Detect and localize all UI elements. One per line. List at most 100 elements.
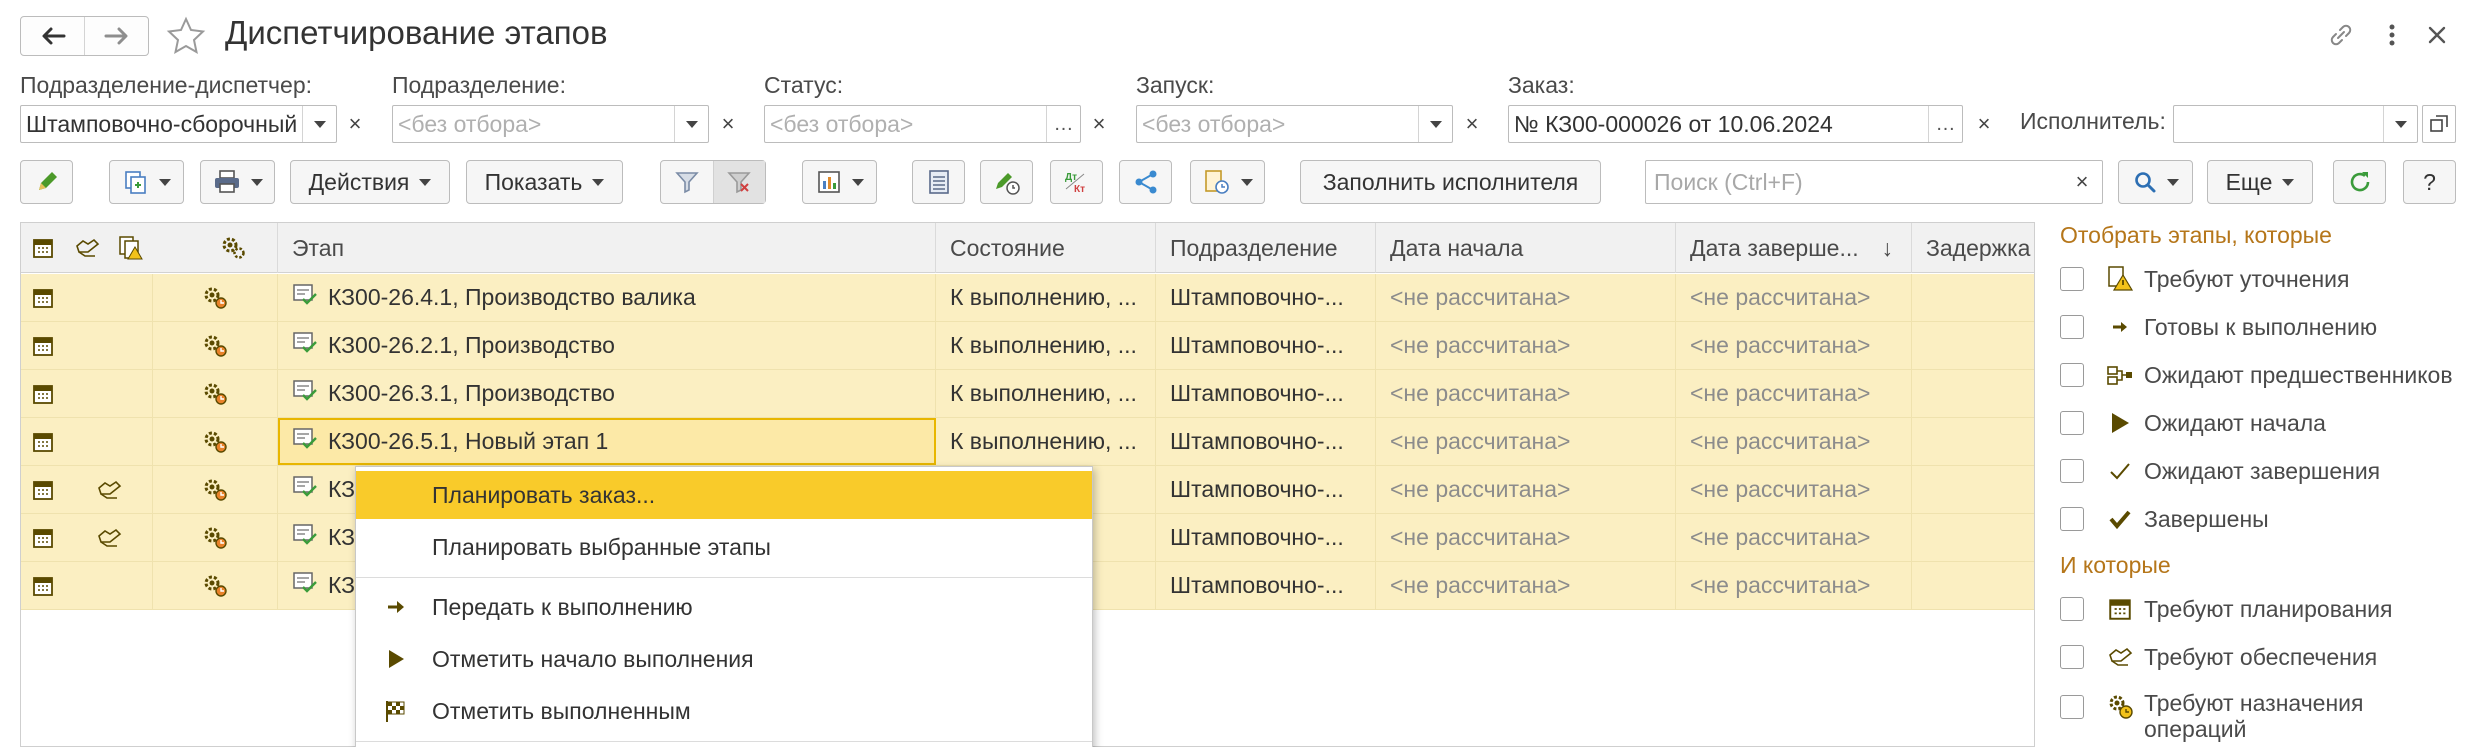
- col-operations-icon-header[interactable]: [211, 223, 255, 273]
- start-date-cell: <не рассчитана>: [1376, 418, 1676, 465]
- stage-cell[interactable]: КЗ00-26.3.1, Производство: [278, 370, 936, 417]
- chevron-down-icon: [1429, 120, 1442, 128]
- more-vertical-icon[interactable]: [2382, 20, 2402, 50]
- table-row[interactable]: КЗ00-26.5.1, Новый этап 1 К выполнению, .…: [21, 418, 2034, 466]
- order-select-button[interactable]: …: [1928, 106, 1962, 142]
- status-select-button[interactable]: …: [1046, 106, 1080, 142]
- back-button[interactable]: [21, 17, 84, 55]
- search-input[interactable]: [1646, 161, 2062, 203]
- menu-item-mark-start[interactable]: Отметить начало выполнения: [356, 635, 1092, 683]
- checkbox[interactable]: [2060, 695, 2084, 719]
- help-button[interactable]: ?: [2403, 160, 2456, 204]
- actions-button[interactable]: Действия: [290, 160, 450, 204]
- col-clarify-icon-header[interactable]: [109, 223, 153, 273]
- checkbox[interactable]: [2060, 459, 2084, 483]
- menu-item-label: Планировать выбранные этапы: [432, 534, 771, 560]
- stage-cell[interactable]: КЗ00-26.5.1, Новый этап 1: [278, 418, 936, 465]
- search-options-button[interactable]: [2118, 160, 2193, 204]
- status-label: Статус:: [764, 72, 844, 98]
- menu-item-plan-selected[interactable]: Планировать выбранные этапы: [356, 523, 1092, 571]
- print-button[interactable]: [200, 160, 275, 204]
- link-icon[interactable]: [2326, 20, 2356, 50]
- clear-filter-button[interactable]: [713, 161, 765, 203]
- department-dropdown-button[interactable]: [674, 106, 708, 142]
- debit-credit-button[interactable]: Дт Кт: [1050, 160, 1103, 204]
- filter-await-predecessors[interactable]: Ожидают предшественников: [2060, 358, 2453, 392]
- dispatcher-dropdown-button[interactable]: [302, 106, 336, 142]
- menu-item-plan-order[interactable]: Планировать заказ...: [356, 471, 1092, 519]
- filter-ready[interactable]: Готовы к выполнению: [2060, 310, 2377, 344]
- schedule-button[interactable]: [1190, 160, 1265, 204]
- performer-open-button[interactable]: [2422, 105, 2456, 143]
- star-favorite-icon[interactable]: [166, 16, 206, 56]
- gears-clock-icon: [153, 418, 278, 465]
- order-field[interactable]: № КЗ00-000026 от 10.06.2024 …: [1508, 105, 1963, 143]
- gears-clock-icon: [153, 514, 278, 561]
- menu-item-pass-to-execution[interactable]: Передать к выполнению: [356, 583, 1092, 631]
- search-clear-button[interactable]: ×: [2062, 169, 2102, 195]
- create-based-on-button[interactable]: [109, 160, 184, 204]
- filter-await-completion[interactable]: Ожидают завершения: [2060, 454, 2380, 488]
- edit-button[interactable]: [20, 160, 73, 204]
- filter-button[interactable]: [661, 161, 714, 203]
- table-row[interactable]: КЗ00-26.3.1, Производство К выполнению, .…: [21, 370, 2034, 418]
- filter-need-operations[interactable]: Требуют назначения операций: [2060, 690, 2363, 742]
- filter-completed[interactable]: Завершены: [2060, 502, 2269, 536]
- department-field[interactable]: <без отбора>: [392, 105, 709, 143]
- menu-item-mark-done[interactable]: Отметить выполненным: [356, 687, 1092, 735]
- table-row[interactable]: КЗ00-26.2.1, Производство К выполнению, .…: [21, 322, 2034, 370]
- forward-button[interactable]: [84, 17, 148, 55]
- calendar-icon: [21, 370, 65, 417]
- stage-cell[interactable]: КЗ00-26.2.1, Производство: [278, 322, 936, 369]
- filter-need-provision[interactable]: Требуют обеспечения: [2060, 640, 2377, 674]
- department-clear-button[interactable]: ×: [710, 105, 746, 143]
- checkbox[interactable]: [2060, 363, 2084, 387]
- performer-field[interactable]: [2173, 105, 2418, 143]
- col-start-date-header[interactable]: Дата начала: [1376, 223, 1676, 273]
- report-button[interactable]: [802, 160, 877, 204]
- table-row[interactable]: КЗ00-26.4.1, Производство валика К выполн…: [21, 274, 2034, 322]
- list-button[interactable]: [912, 160, 965, 204]
- close-window-icon[interactable]: [2424, 22, 2450, 48]
- order-clear-button[interactable]: ×: [1966, 105, 2002, 143]
- filter-await-start[interactable]: Ожидают начала: [2060, 406, 2326, 440]
- share-button[interactable]: [1119, 160, 1172, 204]
- end-date-cell: <не рассчитана>: [1676, 322, 1912, 369]
- performer-dropdown-button[interactable]: [2383, 106, 2417, 142]
- filter-need-planning[interactable]: Требуют планирования: [2060, 592, 2392, 626]
- stage-document-icon: [292, 371, 318, 417]
- status-clear-button[interactable]: ×: [1081, 105, 1117, 143]
- checkbox[interactable]: [2060, 267, 2084, 291]
- checkbox[interactable]: [2060, 645, 2084, 669]
- hand-box-icon: [2104, 641, 2136, 673]
- checkbox[interactable]: [2060, 507, 2084, 531]
- stage-cell[interactable]: КЗ00-26.4.1, Производство валика: [278, 274, 936, 321]
- stage-name: КЗ00-26.5.1, Новый этап 1: [328, 428, 609, 454]
- filter-need-clarification[interactable]: Требуют уточнения: [2060, 262, 2349, 296]
- dispatcher-clear-button[interactable]: ×: [337, 105, 373, 143]
- checkbox[interactable]: [2060, 315, 2084, 339]
- col-planning-icon-header[interactable]: [21, 223, 65, 273]
- provision-cell: [65, 274, 153, 321]
- menu-separator: [356, 741, 1092, 742]
- status-field[interactable]: <без отбора> …: [764, 105, 1081, 143]
- col-end-date-header[interactable]: Дата заверше... ↓: [1676, 223, 1912, 273]
- dispatcher-field[interactable]: Штамповочно-сборочный: [20, 105, 337, 143]
- refresh-button[interactable]: [2333, 160, 2386, 204]
- checkbox[interactable]: [2060, 411, 2084, 435]
- fill-performer-button[interactable]: Заполнить исполнителя: [1300, 160, 1601, 204]
- more-button[interactable]: Еще: [2207, 160, 2313, 204]
- show-button[interactable]: Показать: [466, 160, 623, 204]
- launch-dropdown-button[interactable]: [1418, 106, 1452, 142]
- search-field[interactable]: ×: [1645, 160, 2103, 204]
- col-department-header[interactable]: Подразделение: [1156, 223, 1376, 273]
- col-delay-header[interactable]: Задержка: [1912, 223, 2034, 273]
- launch-clear-button[interactable]: ×: [1454, 105, 1490, 143]
- col-stage-header[interactable]: Этап: [278, 223, 936, 273]
- end-date-cell: <не рассчитана>: [1676, 466, 1912, 513]
- launch-field[interactable]: <без отбора>: [1136, 105, 1453, 143]
- assign-button[interactable]: [980, 160, 1033, 204]
- col-provision-icon-header[interactable]: [65, 223, 109, 273]
- col-state-header[interactable]: Состояние: [936, 223, 1156, 273]
- checkbox[interactable]: [2060, 597, 2084, 621]
